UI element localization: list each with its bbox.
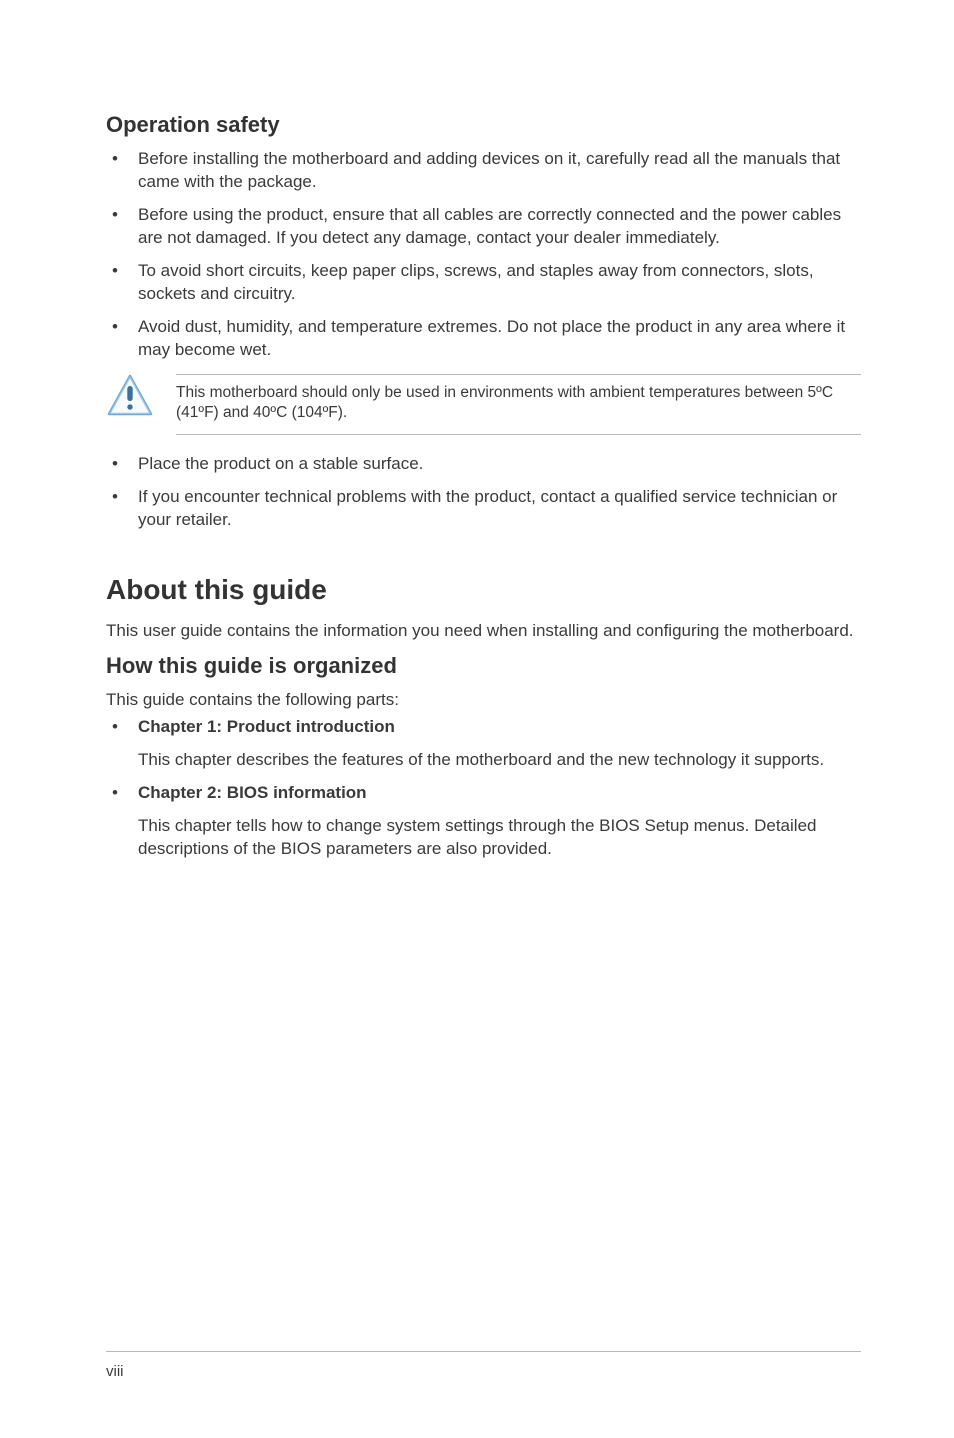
organized-list: Chapter 1: Product introduction [106,716,861,739]
organized-heading: How this guide is organized [106,653,861,679]
warning-icon [106,374,154,416]
chapter-desc: This chapter describes the features of t… [106,749,861,772]
list-item: Place the product on a stable surface. [106,453,861,476]
operation-safety-bullets-bottom: Place the product on a stable surface. I… [106,453,861,532]
list-item: If you encounter technical problems with… [106,486,861,532]
list-item: To avoid short circuits, keep paper clip… [106,260,861,306]
list-item: Avoid dust, humidity, and temperature ex… [106,316,861,362]
page-number: viii [106,1363,124,1380]
warning-text: This motherboard should only be used in … [176,374,861,436]
footer-divider [106,1351,861,1352]
chapter-title: Chapter 1: Product introduction [138,717,395,736]
about-guide-intro: This user guide contains the information… [106,620,861,643]
about-guide-heading: About this guide [106,574,861,606]
list-item: Before using the product, ensure that al… [106,204,861,250]
chapter-title: Chapter 2: BIOS information [138,783,367,802]
chapter-desc: This chapter tells how to change system … [106,815,861,861]
list-item: Chapter 2: BIOS information [106,782,861,805]
list-item: Chapter 1: Product introduction [106,716,861,739]
organized-list: Chapter 2: BIOS information [106,782,861,805]
warning-callout: This motherboard should only be used in … [106,374,861,436]
page-content: Operation safety Before installing the m… [0,0,954,861]
organized-intro: This guide contains the following parts: [106,689,861,712]
operation-safety-heading: Operation safety [106,112,861,138]
operation-safety-bullets-top: Before installing the motherboard and ad… [106,148,861,362]
list-item: Before installing the motherboard and ad… [106,148,861,194]
